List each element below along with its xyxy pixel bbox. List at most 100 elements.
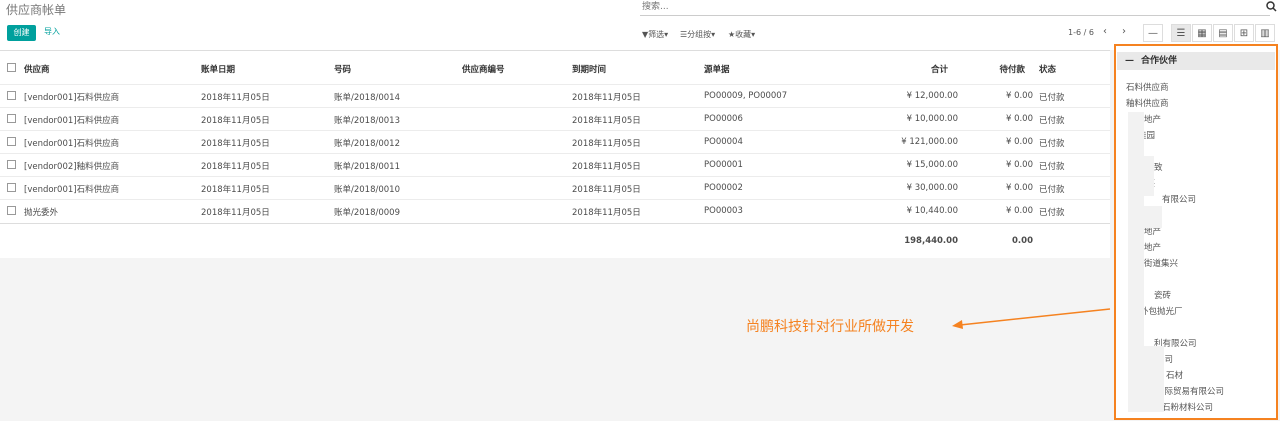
- table-row[interactable]: [vendor001]石料供应商 2018年11月05日 账单/2018/001…: [0, 84, 1110, 107]
- cell-bill-date: 2018年11月05日: [201, 185, 270, 195]
- cell-total: ¥ 121,000.00: [901, 137, 958, 147]
- footer-total: 198,440.00: [904, 236, 958, 246]
- header-amount-due[interactable]: 待付款: [985, 63, 1025, 75]
- pivot-view-icon[interactable]: ⊞: [1234, 24, 1254, 42]
- select-all-checkbox[interactable]: [7, 63, 16, 72]
- row-checkbox[interactable]: [7, 91, 16, 100]
- cell-bill-date: 2018年11月05日: [201, 208, 270, 218]
- collapse-minus-icon[interactable]: —: [1125, 52, 1134, 70]
- table-row[interactable]: [vendor001]石料供应商 2018年11月05日 账单/2018/001…: [0, 107, 1110, 130]
- panel-header[interactable]: — 合作伙伴: [1117, 52, 1275, 70]
- cell-vendor: [vendor001]石料供应商: [24, 93, 120, 103]
- graph-view-icon[interactable]: ▥: [1255, 24, 1275, 42]
- cell-vendor: 抛光委外: [24, 208, 59, 218]
- row-checkbox[interactable]: [7, 206, 16, 215]
- filter-menu-button[interactable]: ▼筛选▾: [642, 29, 668, 40]
- row-checkbox[interactable]: [7, 137, 16, 146]
- partner-item[interactable]: 石粉材料公司: [1162, 401, 1213, 413]
- cell-source: PO00006: [704, 114, 743, 124]
- partner-item[interactable]: 瓷砖: [1154, 289, 1171, 301]
- page-title: 供应商帐单: [6, 3, 67, 17]
- cell-bill-date: 2018年11月05日: [201, 116, 270, 126]
- search-input[interactable]: [642, 0, 1242, 13]
- cell-number: 账单/2018/0013: [334, 116, 400, 126]
- header-status[interactable]: 状态: [1039, 63, 1056, 75]
- cell-source: PO00002: [704, 183, 743, 193]
- cell-due-date: 2018年11月05日: [572, 185, 641, 195]
- favorites-menu-button[interactable]: ★收藏▾: [728, 29, 755, 40]
- cell-vendor: [vendor001]石料供应商: [24, 116, 120, 126]
- cell-total: ¥ 10,440.00: [906, 206, 958, 216]
- cell-source: PO00004: [704, 137, 743, 147]
- cell-bill-date: 2018年11月05日: [201, 162, 270, 172]
- partner-item[interactable]: 国际贸易有限公司: [1156, 385, 1224, 397]
- cell-total: ¥ 15,000.00: [906, 160, 958, 170]
- partner-item[interactable]: 地产: [1144, 113, 1161, 125]
- cell-number: 账单/2018/0009: [334, 208, 400, 218]
- calendar-view-icon[interactable]: ▤: [1213, 24, 1233, 42]
- partner-item[interactable]: 地产: [1144, 241, 1161, 253]
- pager-value[interactable]: 1-6 / 6: [1068, 28, 1094, 37]
- partner-item[interactable]: 街道集兴: [1144, 257, 1178, 269]
- cell-status: 已付款: [1039, 185, 1065, 195]
- cell-amount-due: ¥ 0.00: [1005, 160, 1033, 170]
- redaction-blur: [1140, 156, 1154, 196]
- row-checkbox[interactable]: [7, 114, 16, 123]
- partner-item[interactable]: 釉料供应商: [1126, 97, 1169, 109]
- cell-number: 账单/2018/0010: [334, 185, 400, 195]
- header-vendor-ref[interactable]: 供应商编号: [462, 63, 505, 75]
- cell-total: ¥ 10,000.00: [906, 114, 958, 124]
- cell-status: 已付款: [1039, 162, 1065, 172]
- cell-bill-date: 2018年11月05日: [201, 139, 270, 149]
- cell-source: PO00009, PO00007: [704, 91, 788, 101]
- header-number[interactable]: 号码: [334, 63, 351, 75]
- cell-amount-due: ¥ 0.00: [1005, 137, 1033, 147]
- pager-next-icon[interactable]: ›: [1122, 26, 1126, 37]
- cell-status: 已付款: [1039, 139, 1065, 149]
- cell-vendor: [vendor002]釉料供应商: [24, 162, 120, 172]
- cell-status: 已付款: [1039, 208, 1065, 218]
- header-total[interactable]: 合计: [900, 63, 948, 75]
- header-due-date[interactable]: 到期时间: [572, 63, 606, 75]
- cell-number: 账单/2018/0014: [334, 93, 400, 103]
- row-checkbox[interactable]: [7, 160, 16, 169]
- partner-item[interactable]: 外包抛光厂: [1140, 305, 1183, 317]
- cell-due-date: 2018年11月05日: [572, 162, 641, 172]
- search-bar: [640, 0, 1270, 16]
- table-row[interactable]: [vendor001]石料供应商 2018年11月05日 账单/2018/001…: [0, 130, 1110, 153]
- pager-previous-icon[interactable]: ‹: [1103, 26, 1107, 37]
- search-icon[interactable]: [1266, 1, 1277, 12]
- header-bill-date[interactable]: 账单日期: [201, 63, 235, 75]
- kanban-view-icon[interactable]: ▦: [1192, 24, 1212, 42]
- cell-amount-due: ¥ 0.00: [1005, 206, 1033, 216]
- cell-status: 已付款: [1039, 116, 1065, 126]
- partner-item[interactable]: 有限公司: [1162, 193, 1196, 205]
- cell-due-date: 2018年11月05日: [572, 208, 641, 218]
- annotation-arrow: [952, 308, 1111, 329]
- groupby-menu-button[interactable]: ☰分组按▾: [680, 29, 715, 40]
- partner-item[interactable]: 石材: [1166, 369, 1183, 381]
- annotation-text: 尚鹏科技针对行业所做开发: [746, 319, 914, 335]
- partner-item[interactable]: 石料供应商: [1126, 81, 1169, 93]
- table-row[interactable]: 抛光委外 2018年11月05日 账单/2018/0009 2018年11月05…: [0, 199, 1110, 222]
- cell-source: PO00003: [704, 206, 743, 216]
- minus-icon: —: [1148, 28, 1158, 39]
- cell-amount-due: ¥ 0.00: [1005, 91, 1033, 101]
- partner-item[interactable]: 致: [1154, 161, 1163, 173]
- table-row[interactable]: [vendor002]釉料供应商 2018年11月05日 账单/2018/001…: [0, 153, 1110, 176]
- cell-status: 已付款: [1039, 93, 1065, 103]
- cell-due-date: 2018年11月05日: [572, 139, 641, 149]
- import-button[interactable]: 导入: [44, 26, 60, 37]
- header-vendor[interactable]: 供应商: [24, 63, 50, 75]
- cell-bill-date: 2018年11月05日: [201, 93, 270, 103]
- toggle-panel-button[interactable]: —: [1143, 24, 1163, 42]
- table-row[interactable]: [vendor001]石料供应商 2018年11月05日 账单/2018/001…: [0, 176, 1110, 199]
- cell-amount-due: ¥ 0.00: [1005, 114, 1033, 124]
- create-button[interactable]: 创建: [7, 25, 36, 41]
- row-checkbox[interactable]: [7, 183, 16, 192]
- table-header-row: 供应商 账单日期 号码 供应商编号 到期时间 源单据 合计 待付款 状态: [0, 50, 1110, 84]
- cell-total: ¥ 30,000.00: [906, 183, 958, 193]
- cell-source: PO00001: [704, 160, 743, 170]
- header-source[interactable]: 源单据: [704, 63, 730, 75]
- list-view-icon[interactable]: ☰: [1171, 24, 1191, 42]
